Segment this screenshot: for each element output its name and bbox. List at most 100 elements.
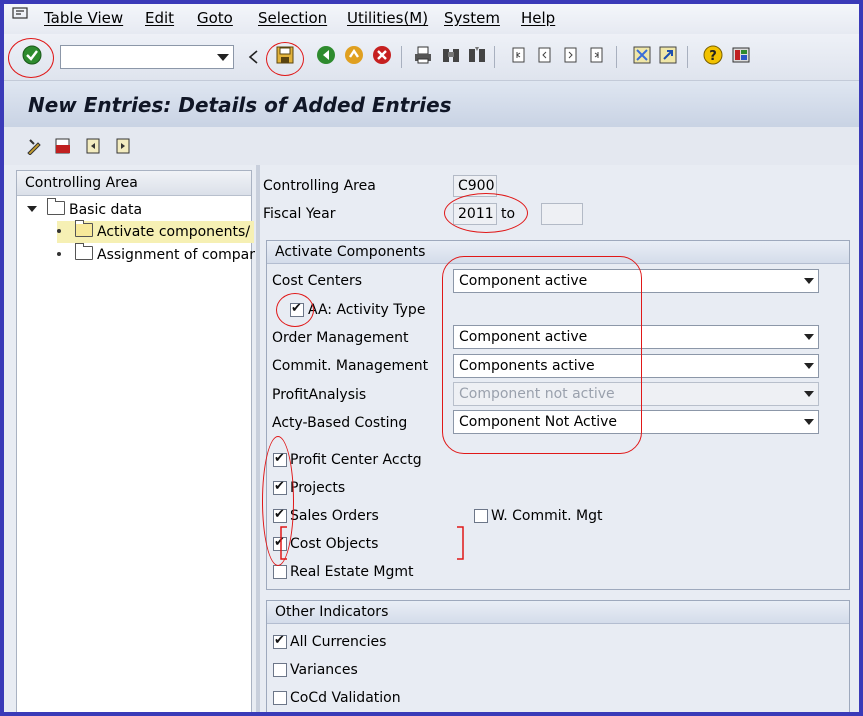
collapse-arrow-icon[interactable]	[248, 50, 258, 64]
application-toolbar	[4, 127, 859, 165]
help-icon[interactable]: ?	[702, 44, 724, 66]
select-value: Component active	[459, 329, 588, 345]
group-title: Activate Components	[267, 241, 849, 264]
controlling-area-field: C900	[453, 175, 497, 197]
chevron-down-icon[interactable]	[804, 278, 814, 284]
page-title: New Entries: Details of Added Entries	[28, 93, 452, 117]
acty-based-costing-label: Acty-Based Costing	[272, 415, 408, 431]
commit-management-select[interactable]: Components active	[453, 354, 819, 378]
chevron-down-icon[interactable]	[804, 419, 814, 425]
back-icon[interactable]	[315, 44, 337, 66]
shortcut-icon[interactable]	[657, 44, 679, 66]
chevron-down-icon[interactable]	[217, 54, 229, 61]
menu-help[interactable]: Help	[521, 9, 555, 27]
profit-center-label: Profit Center Acctg	[290, 452, 422, 468]
create-session-icon[interactable]	[631, 44, 653, 66]
menu-selection[interactable]: Selection	[258, 9, 327, 27]
menu-edit[interactable]: Edit	[145, 9, 174, 27]
enter-icon[interactable]	[21, 44, 43, 66]
menu-system[interactable]: System	[444, 9, 500, 27]
tree-node-activate-components[interactable]: Activate components/	[57, 220, 255, 243]
folder-icon	[47, 198, 65, 215]
toolbar-separator	[494, 46, 495, 68]
chevron-down-icon[interactable]	[804, 334, 814, 340]
group-title: Other Indicators	[267, 601, 849, 624]
cocd-validation-checkbox[interactable]	[273, 691, 287, 705]
real-estate-checkbox[interactable]	[273, 565, 287, 579]
activity-type-label: AA: Activity Type	[308, 302, 426, 318]
toolbar-separator	[401, 46, 402, 68]
standard-toolbar: ?	[4, 34, 859, 81]
select-value: Component Not Active	[459, 414, 618, 430]
order-management-select[interactable]: Component active	[453, 325, 819, 349]
toolbar-separator	[616, 46, 617, 68]
highlight-cost-objects	[280, 526, 464, 560]
previous-page-icon[interactable]	[534, 44, 556, 66]
sap-window: Table View Edit Goto Selection Utilities…	[4, 4, 859, 712]
profit-analysis-select: Component not active	[453, 382, 819, 406]
all-currencies-label: All Currencies	[290, 634, 387, 650]
acty-based-costing-select[interactable]: Component Not Active	[453, 410, 819, 434]
w-commit-label: W. Commit. Mgt	[491, 508, 603, 524]
cost-centers-select[interactable]: Component active	[453, 269, 819, 293]
chevron-down-icon	[804, 391, 814, 397]
select-value: Components active	[459, 358, 595, 374]
cost-centers-label: Cost Centers	[272, 273, 362, 289]
projects-checkbox[interactable]	[273, 479, 287, 495]
w-commit-checkbox[interactable]	[474, 509, 488, 523]
svg-text:?: ?	[709, 49, 717, 64]
first-page-icon[interactable]	[508, 44, 530, 66]
last-page-icon[interactable]	[586, 44, 608, 66]
exit-icon[interactable]	[343, 44, 365, 66]
tree-node-label: Assignment of compar	[97, 247, 255, 263]
fiscal-year-label: Fiscal Year	[263, 206, 336, 222]
next-page-icon[interactable]	[560, 44, 582, 66]
projects-label: Projects	[290, 480, 346, 496]
activity-type-checkbox[interactable]	[290, 301, 304, 317]
find-icon[interactable]	[440, 44, 462, 66]
bullet-icon	[57, 252, 61, 256]
chevron-down-icon[interactable]	[804, 363, 814, 369]
real-estate-label: Real Estate Mgmt	[290, 564, 414, 580]
sales-orders-label: Sales Orders	[290, 508, 379, 524]
profit-analysis-label: ProfitAnalysis	[272, 387, 367, 403]
menu-bar: Table View Edit Goto Selection Utilities…	[4, 4, 859, 34]
menu-table-view[interactable]: Table View	[44, 9, 123, 27]
controlling-area-label: Controlling Area	[263, 178, 376, 194]
tree-node-assignment[interactable]: Assignment of compar	[57, 243, 255, 266]
profit-center-checkbox[interactable]	[273, 451, 287, 467]
toolbar-separator	[687, 46, 688, 68]
find-next-icon[interactable]	[466, 44, 488, 66]
layout-icon[interactable]	[730, 44, 752, 66]
order-management-label: Order Management	[272, 330, 409, 346]
next-entry-icon[interactable]	[114, 137, 132, 155]
menu-goto[interactable]: Goto	[197, 9, 233, 27]
to-label: to	[501, 206, 516, 222]
command-field[interactable]	[60, 45, 234, 69]
tree-node-basic-data[interactable]: Basic data	[27, 198, 143, 221]
expand-icon[interactable]	[27, 206, 37, 212]
previous-entry-icon[interactable]	[84, 137, 102, 155]
display-change-icon[interactable]	[26, 137, 44, 155]
fiscal-year-field: 2011	[453, 203, 497, 225]
sales-orders-checkbox[interactable]	[273, 507, 287, 523]
cocd-validation-label: CoCd Validation	[290, 690, 401, 706]
save-icon[interactable]	[274, 44, 296, 66]
variances-checkbox[interactable]	[273, 663, 287, 677]
bullet-icon	[57, 229, 61, 233]
menu-utilities[interactable]: Utilities(M)	[347, 9, 428, 27]
variances-label: Variances	[290, 662, 358, 678]
open-folder-icon	[75, 220, 93, 237]
splitter[interactable]	[256, 165, 260, 712]
save-as-icon[interactable]	[54, 137, 72, 155]
dialog-structure-tree: Controlling Area Basic data Activate com…	[16, 170, 255, 712]
cancel-icon[interactable]	[371, 44, 393, 66]
system-menu-icon[interactable]	[12, 7, 28, 21]
folder-icon	[75, 243, 93, 260]
all-currencies-checkbox[interactable]	[273, 633, 287, 649]
tree-node-label: Basic data	[69, 202, 143, 218]
fiscal-year-to-field	[541, 203, 583, 225]
select-value: Component not active	[459, 386, 615, 402]
print-icon[interactable]	[412, 44, 434, 66]
tree-node-label: Activate components/	[97, 224, 251, 240]
